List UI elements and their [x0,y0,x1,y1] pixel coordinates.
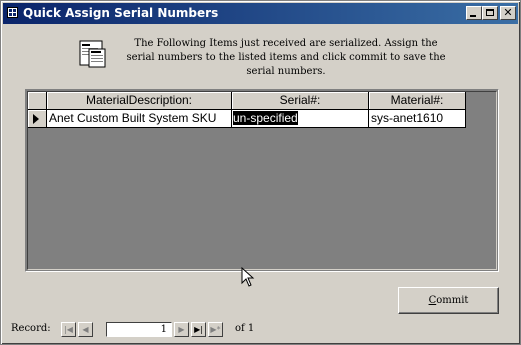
column-header-serial[interactable]: Serial#: [232,92,369,110]
close-button[interactable]: ✕ [500,6,516,20]
minimize-button[interactable] [466,6,482,20]
record-label: Record: [11,323,51,334]
maximize-button[interactable] [482,6,498,20]
dialog-window: Quick Assign Serial Numbers ✕ The Follow… [0,0,521,345]
serial-datasheet[interactable]: MaterialDescription: Serial#: Material#:… [25,89,499,272]
record-selector-header[interactable] [28,92,47,110]
form-icon[interactable] [7,7,18,18]
column-header-material-description[interactable]: MaterialDescription: [47,92,232,110]
record-selector[interactable] [28,110,47,128]
mouse-pointer-icon [241,267,255,287]
new-record-icon[interactable]: ▶* [208,322,223,337]
cell-material-number[interactable]: sys-anet1610 [369,110,466,128]
commit-button[interactable]: Commit [398,287,499,314]
previous-record-icon[interactable]: ◀ [78,322,93,337]
last-record-icon[interactable]: ▶| [191,322,206,337]
title-bar[interactable]: Quick Assign Serial Numbers ✕ [3,3,518,24]
commit-label: ommit [436,295,469,306]
form-serial-icon [79,40,106,68]
current-record-arrow-icon [33,114,39,124]
cell-serial[interactable]: un-specified [232,110,369,128]
record-count: of 1 [235,323,255,334]
current-record-field[interactable]: 1 [106,322,172,337]
record-navigation: Record: |◀ ◀ 1 ▶ ▶| ▶* of 1 [11,321,311,339]
serial-selected-text: un-specified [233,111,298,125]
window-title: Quick Assign Serial Numbers [23,6,219,20]
column-header-material-number[interactable]: Material#: [369,92,466,110]
instructions-text: The Following Items just received are se… [126,38,446,77]
next-record-icon[interactable]: ▶ [174,322,189,337]
cell-material-description[interactable]: Anet Custom Built System SKU [47,110,232,128]
first-record-icon[interactable]: |◀ [61,322,76,337]
